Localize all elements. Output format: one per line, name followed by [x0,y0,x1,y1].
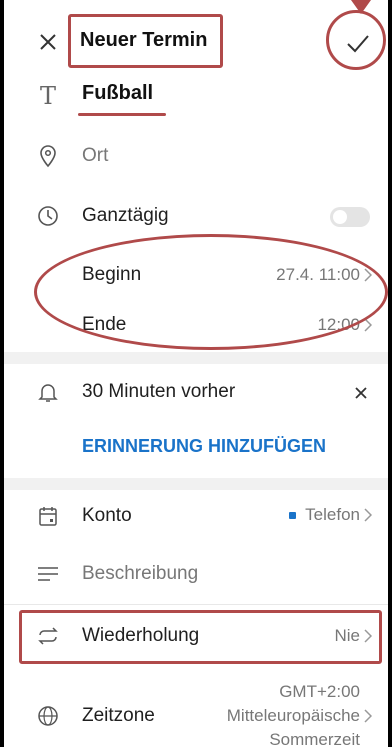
reminder-label: 30 Minuten vorher [82,381,236,402]
close-icon[interactable] [34,28,62,56]
section-divider [4,352,388,364]
timezone-value-line1[interactable]: GMT+2:00 [279,682,360,702]
timezone-label: Zeitzone [82,705,155,726]
thin-divider [4,604,388,605]
clock-icon [34,202,62,230]
allday-label: Ganztägig [82,205,169,226]
chevron-right-icon [362,506,374,524]
location-field[interactable]: Ort [82,145,108,167]
timezone-value-line2[interactable]: Mitteleuropäische [227,706,360,726]
account-color-dot [289,512,296,519]
title-highlight-box [68,14,223,68]
calendar-icon [34,502,62,530]
title-text-icon: T [39,82,56,110]
timezone-value-line3[interactable]: Sommerzeit [269,730,360,747]
new-event-screen: Neuer Termin T Fußball Ort Ganztägig Beg… [4,0,388,747]
account-value[interactable]: Telefon [305,505,360,525]
location-pin-icon [34,142,62,170]
time-highlight-ellipse [34,234,388,350]
add-reminder-button[interactable]: ERINNERUNG HINZUFÜGEN [82,436,326,457]
globe-icon [34,702,62,730]
section-divider [4,478,388,490]
repeat-highlight-box [19,610,382,664]
event-title-field[interactable]: Fußball [82,82,153,105]
title-underline [78,113,166,116]
arrow-marker [351,0,371,14]
allday-toggle[interactable] [330,207,370,227]
save-highlight-circle [326,10,386,70]
description-icon [34,560,62,588]
description-field[interactable]: Beschreibung [82,563,198,585]
bell-icon [34,378,62,406]
account-label: Konto [82,505,132,526]
remove-reminder-icon[interactable] [350,382,372,404]
chevron-right-icon [362,707,374,725]
